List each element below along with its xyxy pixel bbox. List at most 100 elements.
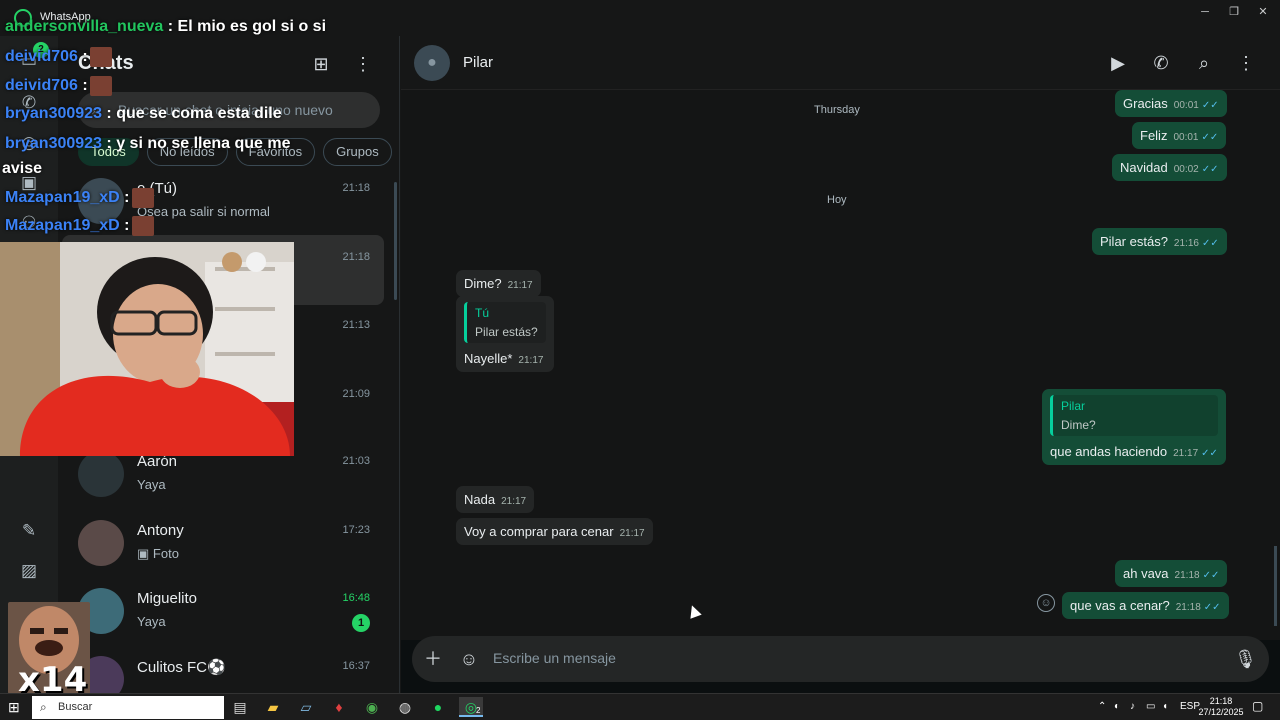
read-ticks-icon: ✓✓ [1202, 570, 1220, 581]
stream-chat-user: deivid706 [5, 48, 78, 66]
sticker-icon[interactable]: ☺ [458, 648, 480, 670]
message-bubble-incoming[interactable]: Nada 21:17 [456, 486, 535, 513]
microphone-icon[interactable]: 🎙 [1234, 648, 1257, 670]
read-ticks-icon: ✓✓ [1201, 100, 1219, 111]
obs-icon[interactable]: ◍ [393, 697, 417, 717]
chrome-icon[interactable]: ◉ [360, 697, 384, 717]
tray-network-icon[interactable]: ▭ [1146, 701, 1155, 712]
message-text: Navidad [1120, 160, 1168, 175]
media-icon[interactable]: ▨ [18, 560, 40, 582]
chat-name: Miguelito [137, 590, 198, 607]
avatar [78, 520, 124, 566]
message-time: 00:01 [1173, 132, 1199, 143]
message-bubble-outgoing[interactable]: Pilar estás? 21:16 ✓✓ [1092, 228, 1227, 255]
message-bubble-incoming-reply[interactable]: Tú Pilar estás? Nayelle* 21:17 [456, 296, 554, 372]
message-text: que andas haciendo [1050, 444, 1168, 459]
message-time: 21:17 [619, 528, 645, 539]
tray-mic-icon[interactable]: ♪ [1130, 701, 1135, 712]
taskbar-search-input[interactable]: ⌕ Buscar [32, 696, 224, 719]
tray-chevron-icon[interactable]: ⌃ [1098, 701, 1106, 712]
react-emoji-icon[interactable]: ☺ [1037, 594, 1055, 612]
day-separator: Hoy [827, 194, 847, 206]
chat-time: 21:18 [342, 251, 370, 263]
message-time: 21:17 [518, 355, 544, 366]
chat-time: 21:09 [342, 388, 370, 400]
message-text: ah vava [1123, 566, 1169, 581]
kebab-menu-icon[interactable]: ⋮ [1234, 51, 1258, 75]
stream-chat-text: avise [2, 160, 43, 177]
chat-time: 21:13 [342, 319, 370, 331]
read-ticks-icon: ✓✓ [1201, 132, 1219, 143]
message-bubble-outgoing[interactable]: Navidad 00:02 ✓✓ [1112, 154, 1227, 181]
taskbar-time: 21:18 [1209, 696, 1233, 706]
stream-chat-line: Mazapan19_xD : [5, 188, 156, 208]
chat-name: Antony [137, 522, 184, 539]
emote-icon [131, 188, 154, 208]
minimize-button[interactable]: ─ [1190, 4, 1220, 20]
message-time: 21:17 [507, 280, 533, 291]
chat-list-scrollbar[interactable] [394, 182, 397, 300]
task-view-icon[interactable]: ▤ [228, 697, 252, 717]
conversation-panel: ● Pilar ▶ ✆ ⌕ ⋮ Thursday Hoy Gracias 00:0… [401, 36, 1280, 693]
message-bubble-incoming[interactable]: Voy a comprar para cenar 21:17 [456, 518, 653, 545]
chat-name: Culitos FC⚽ [137, 659, 226, 676]
notifications-icon[interactable]: ▢ [1252, 699, 1263, 713]
read-ticks-icon: ✓✓ [1203, 602, 1221, 613]
stream-chat-user: Mazapan19_xD [5, 189, 120, 207]
kebab-menu-icon[interactable]: ⋮ [351, 52, 375, 76]
read-ticks-icon: ✓✓ [1201, 238, 1219, 249]
message-bubble-outgoing-reply[interactable]: Pilar Dime? que andas haciendo 21:17 ✓✓ [1042, 389, 1226, 465]
emote-icon [131, 216, 154, 236]
stream-chat-text: : y si no se llena que me [106, 135, 291, 152]
quoted-message[interactable]: Pilar Dime? [1050, 395, 1218, 436]
app-icon[interactable]: ♦ [327, 697, 351, 717]
avatar [78, 451, 124, 497]
filter-groups[interactable]: Grupos [323, 138, 392, 166]
notepad-icon[interactable]: ▱ [294, 697, 318, 717]
message-bubble-outgoing[interactable]: ah vava 21:18 ✓✓ [1115, 560, 1228, 587]
message-input[interactable]: Escribe un mensaje [493, 650, 616, 666]
quoted-author: Pilar [1061, 399, 1086, 413]
windows-start-icon[interactable]: ⊞ [8, 699, 24, 715]
tray-volume-icon[interactable]: ◖ [1162, 701, 1168, 712]
stream-chat-line: Mazapan19_xD : [5, 216, 156, 236]
chat-row[interactable]: Antony ▣ Foto 17:23 [58, 508, 400, 578]
spotify-icon[interactable]: ● [426, 697, 450, 717]
chat-row[interactable]: Miguelito Yaya 16:48 1 [58, 576, 400, 646]
new-chat-icon[interactable]: ⊞ [309, 52, 333, 76]
conversation-scrollbar[interactable] [1274, 546, 1277, 626]
close-button[interactable]: ✕ [1248, 4, 1278, 20]
stream-chat-text: : [124, 217, 130, 235]
message-bubble-incoming[interactable]: Dime? 21:17 [456, 270, 541, 297]
search-icon[interactable]: ⌕ [1192, 51, 1216, 75]
tray-app-icon[interactable]: ◐ [1114, 701, 1120, 712]
message-text: Gracias [1123, 96, 1168, 111]
stream-chat-line: deivid706 : [5, 47, 114, 67]
starred-icon[interactable]: ✎ [18, 520, 40, 542]
chat-last-message: Yaya [137, 477, 166, 492]
attach-plus-icon[interactable]: ＋ [422, 648, 444, 670]
stream-chat-line: avise [2, 160, 42, 178]
message-text: Feliz [1140, 128, 1168, 143]
stream-chat-text: : [82, 77, 88, 95]
unread-badge: 1 [352, 614, 370, 632]
stream-chat-text: : que se coma esta dile [106, 105, 282, 122]
webcam-image [0, 242, 294, 456]
maximize-button[interactable]: ❐ [1219, 4, 1249, 20]
message-bubble-outgoing[interactable]: que vas a cenar? 21:18 ✓✓ [1062, 592, 1229, 619]
message-bubble-outgoing[interactable]: Gracias 00:01 ✓✓ [1115, 90, 1227, 117]
video-call-icon[interactable]: ▶ [1106, 51, 1130, 75]
voice-call-icon[interactable]: ✆ [1149, 51, 1173, 75]
contact-avatar[interactable]: ● [414, 45, 450, 81]
chat-time: 21:03 [342, 455, 370, 467]
message-bubble-outgoing[interactable]: Feliz 00:01 ✓✓ [1132, 122, 1227, 149]
stream-chat-line: bryan300923 : y si no se llena que me [5, 135, 290, 153]
taskbar-clock[interactable]: 21:18 27/12/2025 [1196, 696, 1246, 718]
chat-last-message: ▣ Foto [137, 546, 179, 562]
contact-name[interactable]: Pilar [463, 54, 493, 71]
quoted-message[interactable]: Tú Pilar estás? [464, 302, 546, 343]
search-icon: ⌕ [40, 700, 47, 714]
windows-taskbar: ⊞ ⌕ Buscar ▤ ▰ ▱ ♦ ◉ ◍ ● ◎ 2 ⌃ ◐ ♪ ▭ ◖ E… [0, 693, 1280, 720]
message-time: 21:17 [1173, 448, 1199, 459]
file-explorer-icon[interactable]: ▰ [261, 697, 285, 717]
